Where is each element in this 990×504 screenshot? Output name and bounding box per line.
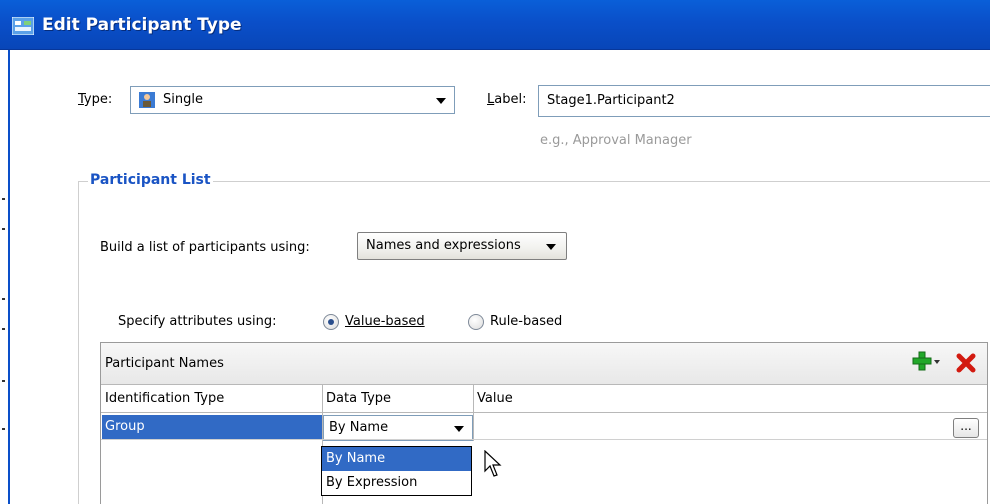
table-title: Participant Names (105, 356, 224, 371)
label-hint: e.g., Approval Manager (540, 133, 692, 148)
data-type-dropdown-list: By Name By Expression (321, 446, 472, 496)
data-type-combo[interactable]: By Name (323, 415, 473, 441)
dropdown-option-by-name[interactable]: By Name (322, 447, 471, 471)
label-label: Label: (487, 92, 527, 107)
chevron-down-icon[interactable] (436, 98, 446, 104)
specify-attributes-label: Specify attributes using: (118, 314, 277, 329)
column-header-value[interactable]: Value (473, 385, 987, 413)
window-left-edge (0, 50, 10, 504)
title-bar: Edit Participant Type (0, 0, 990, 50)
data-type-value: By Name (329, 420, 389, 435)
radio-value-based[interactable] (323, 314, 339, 330)
value-browse-button[interactable]: ... (953, 418, 979, 438)
radio-rule-based-label[interactable]: Rule-based (490, 314, 562, 329)
chevron-down-icon[interactable] (546, 244, 556, 250)
column-header-identification-type[interactable]: Identification Type (101, 385, 322, 413)
add-plus-icon[interactable] (912, 350, 942, 374)
table-cell-identification-type[interactable]: Group (102, 415, 322, 439)
build-list-value: Names and expressions (366, 238, 521, 253)
build-list-combo[interactable]: Names and expressions (357, 232, 567, 260)
participant-list-legend: Participant List (88, 172, 213, 188)
dropdown-option-by-expression[interactable]: By Expression (322, 471, 471, 495)
radio-rule-based[interactable] (468, 314, 484, 330)
mouse-pointer-icon (484, 450, 502, 477)
type-combo[interactable]: Single (130, 86, 455, 114)
radio-value-based-label[interactable]: Value-based (345, 314, 425, 329)
participant-names-table: Participant Names Identification Type Da… (100, 342, 988, 504)
table-header: Participant Names (101, 343, 987, 385)
build-list-label: Build a list of participants using: (100, 240, 310, 255)
window-title: Edit Participant Type (42, 15, 242, 35)
column-header-data-type[interactable]: Data Type (322, 385, 473, 413)
label-input[interactable]: Stage1.Participant2 (538, 85, 990, 117)
delete-x-icon[interactable] (955, 352, 977, 374)
type-value: Single (163, 92, 203, 107)
chevron-down-icon[interactable] (454, 426, 464, 432)
user-icon (139, 92, 155, 108)
window-app-icon (12, 17, 34, 35)
type-label: Type: (78, 92, 113, 107)
